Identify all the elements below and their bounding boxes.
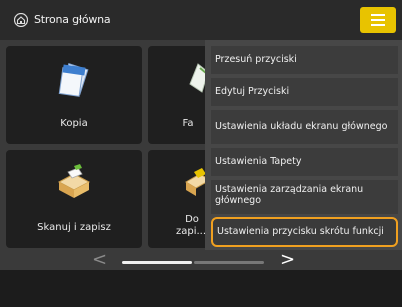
next-page-button[interactable]: > [280, 250, 295, 270]
page-title: Strona główna [34, 13, 111, 26]
menu-item-label: Ustawienia przycisku skrótu funkcji [217, 226, 384, 237]
tile-label: Kopia [60, 118, 88, 129]
scan-and-store-icon [57, 164, 91, 198]
hamburger-menu-icon [371, 24, 385, 26]
home-icon[interactable] [14, 13, 28, 27]
menu-item-ustawienia-zarzadzania[interactable]: Ustawienia zarządzania ekranu głównego [211, 180, 398, 214]
hamburger-menu-icon [371, 19, 385, 21]
options-menu: Przesuń przyciski Edytuj Przyciski Ustaw… [205, 40, 402, 250]
menu-item-ustawienia-tapety[interactable]: Ustawienia Tapety [211, 148, 398, 176]
copy-icon [58, 62, 89, 97]
previous-page-button[interactable]: < [92, 250, 107, 270]
bottom-bar [0, 270, 402, 307]
menu-item-label: głównego [215, 195, 262, 206]
menu-item-ustawienia-przycisku-skrotu[interactable]: Ustawienia przycisku skrótu funkcji [211, 217, 398, 247]
hamburger-menu-button[interactable] [360, 7, 396, 33]
tile-kopia[interactable]: Kopia [6, 46, 142, 144]
page-indicator: < > [0, 250, 402, 270]
menu-item-ustawienia-ukladu[interactable]: Ustawienia układu ekranu głównego [211, 110, 398, 144]
menu-item-label: Przesuń przyciski [215, 54, 297, 65]
tile-label: Fa [182, 118, 194, 129]
header-bar: Strona główna [0, 0, 402, 40]
menu-item-label: Ustawienia Tapety [215, 156, 302, 167]
tile-skanuj-i-zapisz[interactable]: Skanuj i zapisz [6, 150, 142, 248]
menu-item-przesun-przyciski[interactable]: Przesuń przyciski [211, 46, 398, 74]
menu-item-label: Ustawienia zarządzania ekranu [215, 184, 364, 195]
hamburger-menu-icon [371, 14, 385, 16]
menu-item-edytuj-przyciski[interactable]: Edytuj Przyciski [211, 78, 398, 106]
home-screen: Strona główna Kopia Fa Skanuj i zapisz D… [0, 0, 402, 307]
tile-label: Skanuj i zapisz [37, 222, 111, 233]
page-position-bar [122, 261, 192, 264]
page-position-track [194, 261, 264, 264]
menu-item-label: Edytuj Przyciski [215, 86, 290, 97]
menu-item-label: Ustawienia układu ekranu głównego [215, 121, 388, 132]
